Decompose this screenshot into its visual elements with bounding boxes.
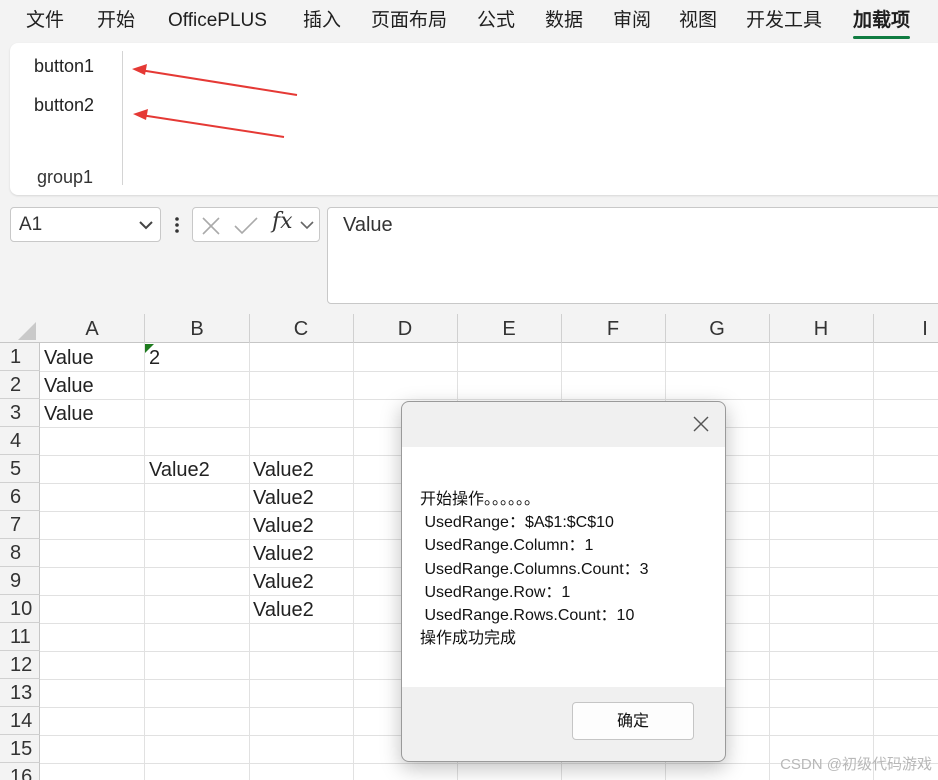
cell-c7[interactable]: Value2 xyxy=(249,511,353,539)
row-header-bar: 1 2 3 4 5 6 7 8 9 10 11 12 13 14 15 16 xyxy=(0,343,40,780)
row-header-8[interactable]: 8 xyxy=(0,539,40,567)
dialog-line: 操作成功完成 xyxy=(420,630,517,648)
dialog-line: 开始操作。。。。。。 xyxy=(420,491,541,508)
dialog-line: UsedRange.Columns.Count：3 xyxy=(420,560,649,578)
close-icon[interactable] xyxy=(689,412,713,436)
tab-7[interactable]: 数据 xyxy=(545,8,583,34)
group-label: group1 xyxy=(37,167,94,187)
column-header-f[interactable]: F xyxy=(561,314,665,343)
row-header-7[interactable]: 7 xyxy=(0,511,40,539)
group-separator xyxy=(122,51,123,185)
gridline-horizontal xyxy=(40,371,938,372)
tab-11[interactable]: 加载项 xyxy=(853,8,911,39)
row-header-13[interactable]: 13 xyxy=(0,679,40,707)
row-header-1[interactable]: 1 xyxy=(0,343,40,371)
gridline-vertical xyxy=(353,343,354,780)
column-header-e[interactable]: E xyxy=(457,314,561,343)
ok-button[interactable]: 确定 xyxy=(572,702,694,740)
formula-tools: fx xyxy=(192,207,320,242)
dialog-body: 开始操作。。。。。。 UsedRange：$A$1:$C$10 UsedRang… xyxy=(402,447,725,687)
name-box[interactable]: A1 xyxy=(10,207,161,242)
row-header-15[interactable]: 15 xyxy=(0,735,40,763)
gridline-vertical xyxy=(873,343,874,780)
row-header-4[interactable]: 4 xyxy=(0,427,40,455)
watermark: CSDN @初级代码游戏 xyxy=(780,756,932,773)
button2[interactable]: button2 xyxy=(34,95,94,116)
cell-b5[interactable]: Value2 xyxy=(145,455,249,483)
cell-c10[interactable]: Value2 xyxy=(249,595,353,623)
cell-c6[interactable]: Value2 xyxy=(249,483,353,511)
row-header-14[interactable]: 14 xyxy=(0,707,40,735)
gridline-vertical xyxy=(769,343,770,780)
column-header-g[interactable]: G xyxy=(665,314,769,343)
column-header-c[interactable]: C xyxy=(249,314,353,343)
cell-a3[interactable]: Value xyxy=(40,399,144,427)
row-header-2[interactable]: 2 xyxy=(0,371,40,399)
message-dialog: 开始操作。。。。。。 UsedRange：$A$1:$C$10 UsedRang… xyxy=(401,401,726,762)
more-options-icon[interactable] xyxy=(171,212,183,238)
tab-1[interactable]: 文件 xyxy=(26,8,64,34)
cell-c5[interactable]: Value2 xyxy=(249,455,353,483)
dialog-line: UsedRange.Rows.Count：10 xyxy=(420,607,635,625)
cell-a1[interactable]: Value xyxy=(40,343,144,371)
column-header-b[interactable]: B xyxy=(145,314,249,343)
cell-c8[interactable]: Value2 xyxy=(249,539,353,567)
row-header-6[interactable]: 6 xyxy=(0,483,40,511)
column-header-i[interactable]: I xyxy=(873,314,938,343)
tab-3[interactable]: OfficePLUS xyxy=(168,8,267,34)
enter-check-icon[interactable] xyxy=(233,216,259,236)
button1[interactable]: button1 xyxy=(34,56,94,77)
formula-input[interactable]: Value xyxy=(327,207,938,304)
dialog-line: UsedRange：$A$1:$C$10 xyxy=(420,514,614,532)
column-header-bar: ABCDEFGHI xyxy=(0,314,938,343)
row-header-9[interactable]: 9 xyxy=(0,567,40,595)
tab-6[interactable]: 公式 xyxy=(477,8,515,34)
name-box-value: A1 xyxy=(19,214,43,235)
insert-function-icon[interactable]: fx xyxy=(272,209,293,234)
row-header-3[interactable]: 3 xyxy=(0,399,40,427)
row-header-12[interactable]: 12 xyxy=(0,651,40,679)
tab-5[interactable]: 页面布局 xyxy=(371,8,447,34)
gridline-vertical xyxy=(144,343,145,780)
cell-a2[interactable]: Value xyxy=(40,371,144,399)
chevron-down-icon[interactable] xyxy=(299,219,315,233)
row-header-16[interactable]: 16 xyxy=(0,763,40,780)
chevron-down-icon[interactable] xyxy=(138,217,154,233)
cell-c9[interactable]: Value2 xyxy=(249,567,353,595)
cell-b1[interactable]: 2 xyxy=(145,343,249,371)
row-header-5[interactable]: 5 xyxy=(0,455,40,483)
column-header-a[interactable]: A xyxy=(40,314,144,343)
dialog-line: UsedRange.Column：1 xyxy=(420,537,594,555)
select-all-corner[interactable] xyxy=(0,314,40,343)
column-header-h[interactable]: H xyxy=(769,314,873,343)
ribbon-tabs: 文件 开始 OfficePLUS 插入 页面布局 公式 数据 审阅 视图 开发工具 加载项 xyxy=(0,0,938,42)
ribbon-panel: button1 button2 group1 xyxy=(10,43,938,195)
row-header-10[interactable]: 10 xyxy=(0,595,40,623)
formula-value: Value xyxy=(343,214,393,236)
cancel-icon[interactable] xyxy=(201,216,221,236)
dialog-message: 开始操作。。。。。。 UsedRange：$A$1:$C$10 UsedRang… xyxy=(420,488,649,650)
dialog-line: UsedRange.Row：1 xyxy=(420,583,571,601)
row-header-11[interactable]: 11 xyxy=(0,623,40,651)
tab-10[interactable]: 开发工具 xyxy=(746,8,822,34)
column-header-d[interactable]: D xyxy=(353,314,457,343)
tab-2[interactable]: 开始 xyxy=(97,8,135,34)
gridline-horizontal xyxy=(40,399,938,400)
tab-4[interactable]: 插入 xyxy=(303,8,341,34)
tab-8[interactable]: 审阅 xyxy=(613,8,651,34)
tab-9[interactable]: 视图 xyxy=(679,8,717,34)
